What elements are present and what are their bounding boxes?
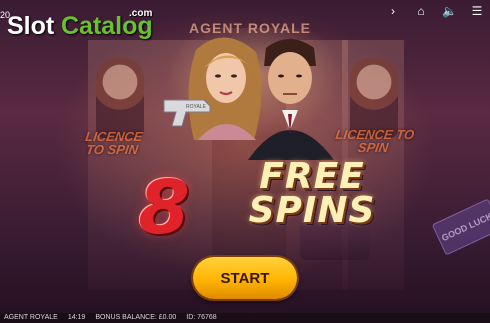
status-balance: BONUS BALANCE: £0.00 — [95, 314, 177, 321]
sound-icon[interactable]: 🔈 — [442, 5, 457, 17]
reel-symbol-woman-right — [350, 58, 398, 138]
reel-symbol-woman-left — [96, 58, 144, 138]
pistol-graphic: ROYALE — [163, 99, 211, 127]
status-id: ID: 76768 — [186, 314, 217, 321]
status-game-name: AGENT ROYALE — [4, 314, 58, 321]
gun-engraving: ROYALE — [186, 104, 207, 110]
agent-man-character — [248, 39, 334, 160]
menu-icon[interactable]: ☰ — [470, 5, 484, 17]
free-spins-word-free: FREE — [259, 156, 365, 197]
status-time: 14:19 — [67, 314, 86, 321]
free-spins-word-spins: SPINS — [248, 190, 376, 231]
good-luck-sign: GOOD LUCK — [431, 198, 490, 256]
home-icon[interactable]: ⌂ — [414, 5, 428, 17]
watermark-slot-text: Slot — [7, 12, 55, 40]
game-stage: LICENCE TO SPIN LICENCE TO SPIN AGENT RO… — [0, 0, 490, 323]
free-spins-title: FREE SPINS — [222, 156, 402, 231]
next-arrow-icon[interactable]: › — [386, 5, 400, 17]
start-button[interactable]: START — [193, 257, 297, 299]
licence-to-spin-label-left: LICENCE TO SPIN — [84, 129, 144, 157]
licence-to-spin-label-right: LICENCE TO SPIN — [334, 127, 416, 155]
top-controls: › ⌂ 🔈 ☰ — [386, 4, 484, 18]
status-bar: AGENT ROYALE 14:19 BONUS BALANCE: £0.00 … — [0, 313, 490, 323]
slotcatalog-watermark: Slot Catalog .com — [7, 6, 157, 42]
free-spins-count: 8 — [138, 165, 190, 251]
watermark-com-text: .com — [129, 8, 153, 19]
